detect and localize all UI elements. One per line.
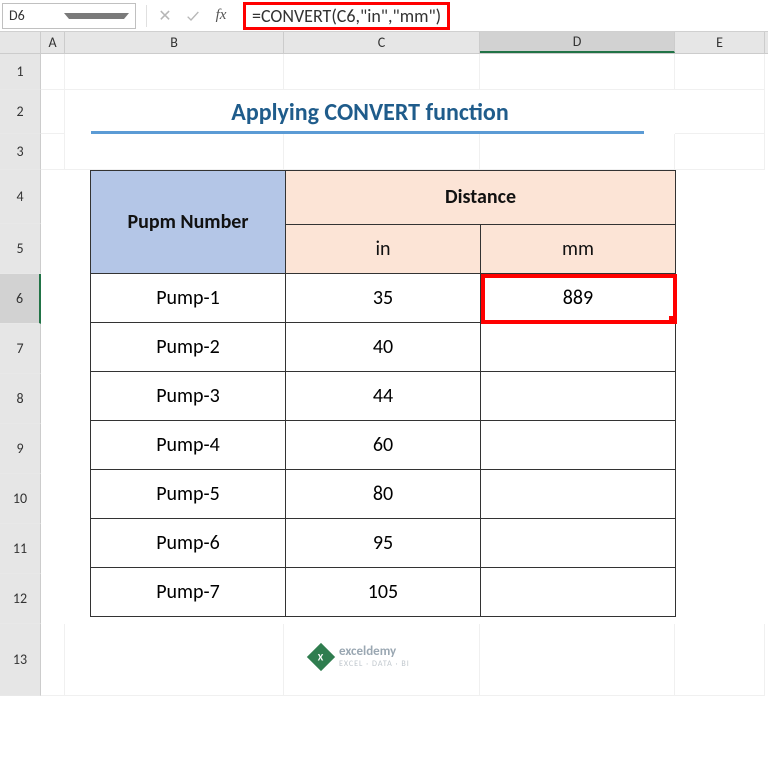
watermark-tag: EXCEL · DATA · BI xyxy=(339,659,410,669)
formula-bar: D6 ✕ fx =CONVERT(C6,"in","mm") xyxy=(0,0,768,32)
table-row: Pump-4 60 xyxy=(91,421,676,470)
chevron-down-icon[interactable] xyxy=(64,13,129,19)
cell-in[interactable]: 95 xyxy=(286,519,481,568)
cell-E2[interactable] xyxy=(675,90,765,134)
cell-mm[interactable] xyxy=(481,470,676,519)
watermark-name: exceldemy xyxy=(339,644,410,659)
row-header-13[interactable]: 13 xyxy=(0,624,41,696)
cell-E13[interactable] xyxy=(675,624,765,696)
cell-mm[interactable] xyxy=(481,519,676,568)
cell-in[interactable]: 105 xyxy=(286,568,481,617)
cell-pump[interactable]: Pump-6 xyxy=(91,519,286,568)
table-row: Pump-5 80 xyxy=(91,470,676,519)
cell-in[interactable]: 35 xyxy=(286,274,481,323)
select-all-corner[interactable] xyxy=(0,32,41,53)
row-header-4[interactable]: 4 xyxy=(0,170,41,224)
cell-in[interactable]: 80 xyxy=(286,470,481,519)
data-table-wrap: Pupm Number Distance in mm Pump-1 35 xyxy=(90,170,676,617)
row-header-6[interactable]: 6 xyxy=(0,274,41,324)
spreadsheet-grid: 1 2 3 4 5 6 7 8 9 10 11 12 13 Applying C… xyxy=(0,54,768,696)
cell-mm[interactable] xyxy=(481,323,676,372)
row-header-12[interactable]: 12 xyxy=(0,574,41,624)
cell-pump[interactable]: Pump-4 xyxy=(91,421,286,470)
cell-in[interactable]: 40 xyxy=(286,323,481,372)
row-header-10[interactable]: 10 xyxy=(0,474,41,524)
table-row: Pump-6 95 xyxy=(91,519,676,568)
column-headers: A B C D E xyxy=(0,32,768,54)
cancel-formula-button[interactable]: ✕ xyxy=(151,3,179,29)
confirm-formula-button[interactable] xyxy=(179,3,207,29)
cell-B13[interactable] xyxy=(65,624,284,696)
cell-mm[interactable] xyxy=(481,421,676,470)
cell-pump[interactable]: Pump-2 xyxy=(91,323,286,372)
title-underline xyxy=(91,131,644,134)
cell-in[interactable]: 44 xyxy=(286,372,481,421)
cell-C1[interactable] xyxy=(284,54,480,90)
cell-pump[interactable]: Pump-5 xyxy=(91,470,286,519)
row-header-11[interactable]: 11 xyxy=(0,524,41,574)
cells-area: Applying CONVERT function Pupm Number xyxy=(41,54,768,696)
row-header-3[interactable]: 3 xyxy=(0,134,41,170)
column-header-A[interactable]: A xyxy=(41,32,65,53)
column-header-E[interactable]: E xyxy=(675,32,765,53)
header-pump-number[interactable]: Pupm Number xyxy=(91,171,286,274)
header-in[interactable]: in xyxy=(286,224,481,273)
cell-in[interactable]: 60 xyxy=(286,421,481,470)
formula-text: =CONVERT(C6,"in","mm") xyxy=(252,5,441,27)
sheet-title[interactable]: Applying CONVERT function xyxy=(65,90,675,134)
cell-A2[interactable] xyxy=(41,90,65,134)
separator xyxy=(146,5,147,27)
cell-pump[interactable]: Pump-1 xyxy=(91,274,286,323)
cell-A13[interactable] xyxy=(41,624,65,696)
name-box-value: D6 xyxy=(9,7,64,24)
fx-label: fx xyxy=(216,7,227,24)
cell-D3[interactable] xyxy=(480,134,675,170)
cell-A3[interactable] xyxy=(41,134,65,170)
table-row: Pump-1 35 889 xyxy=(91,274,676,323)
header-mm[interactable]: mm xyxy=(481,224,676,273)
row-header-9[interactable]: 9 xyxy=(0,424,41,474)
header-distance[interactable]: Distance xyxy=(286,171,676,225)
table-row: Pump-7 105 xyxy=(91,568,676,617)
row-header-7[interactable]: 7 xyxy=(0,324,41,374)
table-row: Pump-3 44 xyxy=(91,372,676,421)
exceldemy-logo-icon: X xyxy=(307,642,335,670)
cell-mm[interactable] xyxy=(481,372,676,421)
cell-A1[interactable] xyxy=(41,54,65,90)
name-box[interactable]: D6 xyxy=(2,3,136,29)
formula-highlight: =CONVERT(C6,"in","mm") xyxy=(243,2,450,30)
insert-function-button[interactable]: fx xyxy=(207,3,235,29)
cell-C3[interactable] xyxy=(284,134,480,170)
cell-mm-active[interactable]: 889 xyxy=(481,274,676,323)
cell-E1[interactable] xyxy=(675,54,765,90)
column-header-D[interactable]: D xyxy=(480,32,675,53)
watermark: X exceldemy EXCEL · DATA · BI xyxy=(311,644,410,669)
formula-input[interactable]: =CONVERT(C6,"in","mm") xyxy=(235,2,768,30)
table-row: Pump-2 40 xyxy=(91,323,676,372)
row-header-1[interactable]: 1 xyxy=(0,54,41,90)
cell-E3[interactable] xyxy=(675,134,765,170)
row-headers: 1 2 3 4 5 6 7 8 9 10 11 12 13 xyxy=(0,54,41,696)
cell-B3[interactable] xyxy=(65,134,284,170)
cell-pump[interactable]: Pump-3 xyxy=(91,372,286,421)
column-header-B[interactable]: B xyxy=(65,32,284,53)
row-header-2[interactable]: 2 xyxy=(0,90,41,134)
column-header-C[interactable]: C xyxy=(284,32,480,53)
cell-mm[interactable] xyxy=(481,568,676,617)
row-header-8[interactable]: 8 xyxy=(0,374,41,424)
cell-D1[interactable] xyxy=(480,54,675,90)
cell-B1[interactable] xyxy=(65,54,284,90)
cell-pump[interactable]: Pump-7 xyxy=(91,568,286,617)
data-table: Pupm Number Distance in mm Pump-1 35 xyxy=(90,170,676,617)
row-header-5[interactable]: 5 xyxy=(0,224,41,274)
title-text: Applying CONVERT function xyxy=(231,98,508,127)
cell-D13[interactable] xyxy=(480,624,675,696)
